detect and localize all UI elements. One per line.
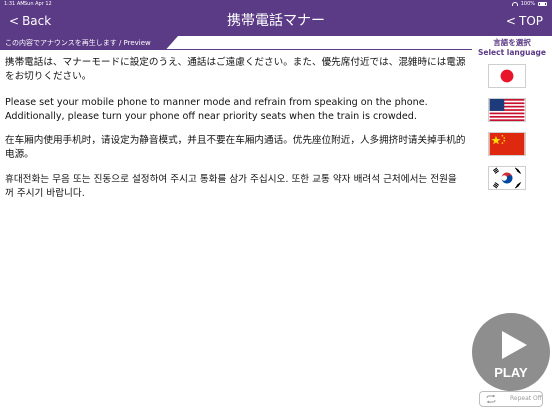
flag-china-button[interactable] xyxy=(488,132,526,156)
chevron-left-icon: < xyxy=(505,14,516,28)
status-bar: 1:31 AM Sun Apr 12 100% xyxy=(0,0,552,8)
flag-usa-button[interactable] xyxy=(488,98,526,122)
back-button[interactable]: < Back xyxy=(9,12,51,30)
language-title-ja: 言語を選択 xyxy=(493,38,531,47)
battery-icon xyxy=(538,2,547,6)
usa-flag-icon xyxy=(489,99,525,121)
language-selector-title: 言語を選択 Select language xyxy=(472,38,552,58)
announcement-text: 携帯電話は、マナーモードに設定のうえ、通話はご遠慮ください。また、優先席付近では… xyxy=(5,56,467,201)
flag-japan-button[interactable] xyxy=(488,64,526,88)
page-title: 携帯電話マナー xyxy=(227,13,325,29)
play-button[interactable]: PLAY xyxy=(472,313,550,391)
language-title-en: Select language xyxy=(478,48,546,57)
status-date: Sun Apr 12 xyxy=(24,1,52,7)
status-indicators: 100% xyxy=(511,0,547,8)
top-label: TOP xyxy=(518,14,543,28)
announcement-chinese: 在车厢内使用手机时，请设定为静音模式，并且不要在车厢内通话。优先座位附近，人多拥… xyxy=(5,135,466,160)
announcement-japanese: 携帯電話は、マナーモードに設定のうえ、通話はご遠慮ください。また、優先席付近では… xyxy=(5,57,466,82)
navigation-bar: < Back 携帯電話マナー < TOP xyxy=(0,8,552,36)
announcement-korean: 휴대전화는 무음 또는 진동으로 설정하여 주시고 통화를 삼가 주십시오. 또… xyxy=(5,174,457,199)
repeat-icon xyxy=(486,395,496,403)
repeat-label: Repeat Off xyxy=(510,395,542,402)
wifi-icon xyxy=(511,2,518,6)
flag-korea-button[interactable] xyxy=(488,166,526,190)
korea-flag-icon xyxy=(489,167,525,189)
status-time: 1:31 AM xyxy=(4,1,25,7)
battery-percent: 100% xyxy=(520,1,535,7)
back-label: Back xyxy=(22,14,52,28)
chevron-left-icon: < xyxy=(9,14,20,28)
repeat-toggle-button[interactable]: Repeat Off xyxy=(479,391,543,407)
top-button[interactable]: < TOP xyxy=(506,12,543,30)
japan-flag-icon xyxy=(489,65,525,87)
play-label: PLAY xyxy=(494,365,528,380)
preview-divider xyxy=(0,49,472,50)
announcement-english: Please set your mobile phone to manner m… xyxy=(5,97,428,122)
china-flag-icon xyxy=(489,133,525,155)
preview-header: この内容でアナウンスを再生します / Preview xyxy=(0,36,178,50)
